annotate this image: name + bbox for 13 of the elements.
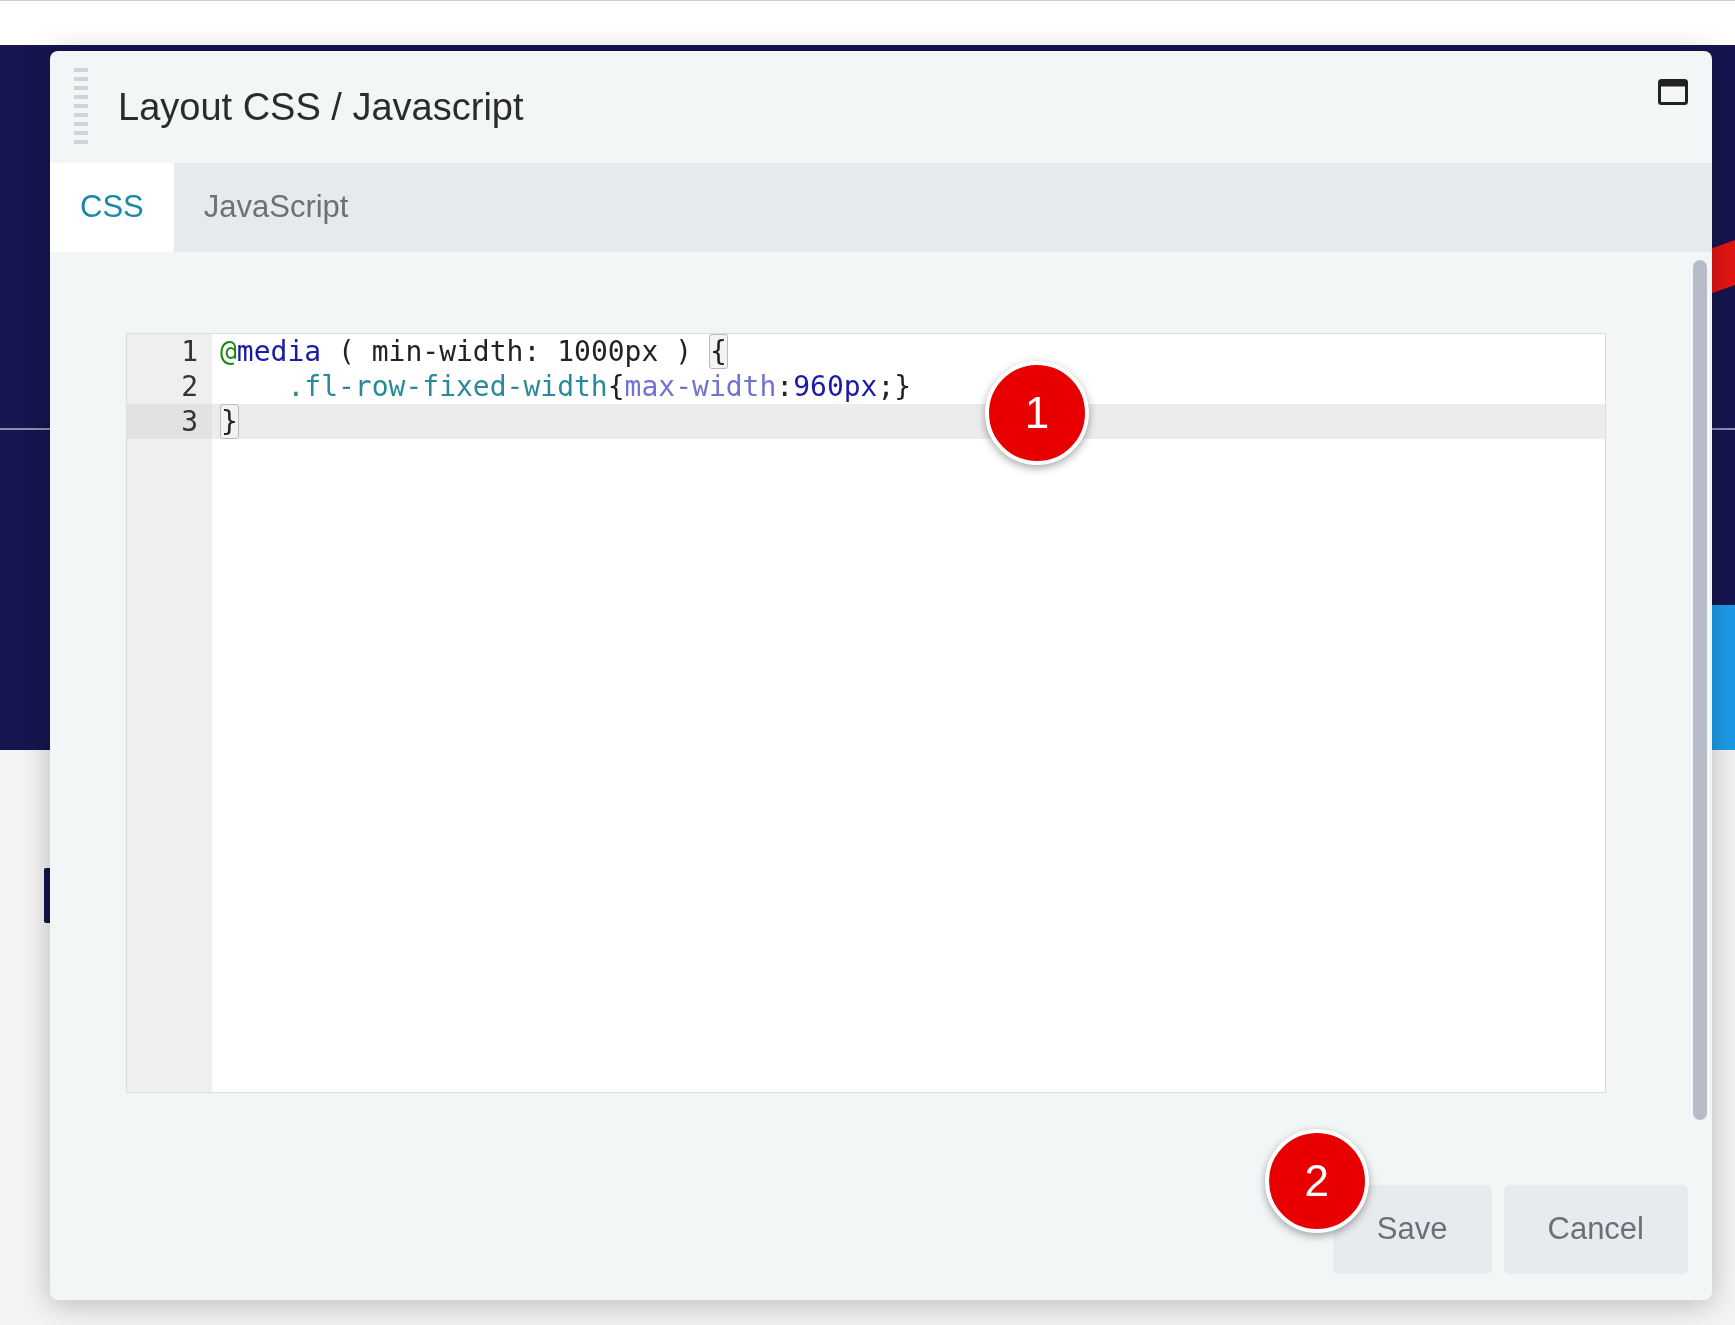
tab[interactable]: CSS [50, 163, 174, 252]
code-line: .fl-row-fixed-width{max-width:960px;} [286, 369, 912, 404]
tab[interactable]: JavaScript [173, 163, 379, 252]
code-editor[interactable]: 1 @media ( min-width: 1000px ) { 2 .fl-row-fixed-width{max-width:960px;} 3 } 1 [126, 333, 1606, 1093]
scrollbar-thumb[interactable] [1693, 260, 1707, 1120]
code-line: @media ( min-width: 1000px ) { [219, 334, 728, 369]
drag-handle-icon[interactable] [74, 68, 88, 146]
dialog-title: Layout CSS / Javascript [118, 84, 524, 130]
dialog-button[interactable]: Save [1332, 1185, 1492, 1274]
dialog-button[interactable]: Cancel [1503, 1185, 1688, 1274]
maximize-icon[interactable] [1658, 79, 1688, 105]
line-number: 3 [127, 404, 212, 439]
callout-badge: 2 [1264, 1129, 1369, 1233]
